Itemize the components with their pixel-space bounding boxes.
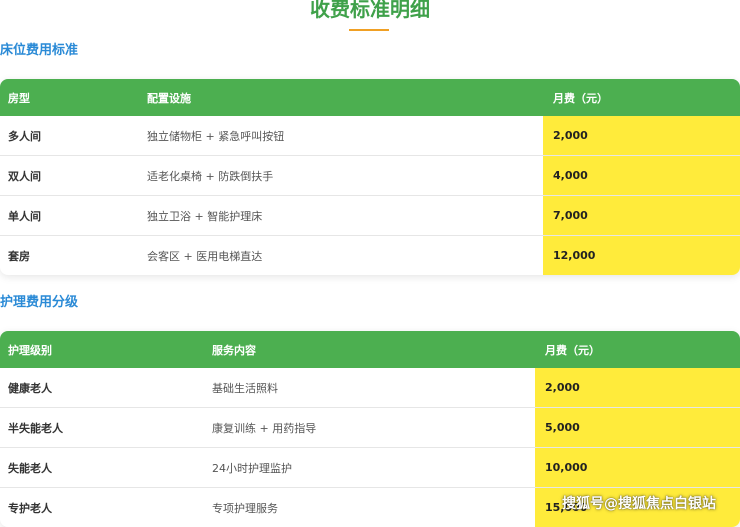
title-underline: [349, 29, 389, 31]
facilities: 独立储物柜 + 紧急呼叫按钮: [147, 129, 285, 143]
facilities: 独立卫浴 + 智能护理床: [147, 209, 263, 223]
table-row: 健康老人 基础生活照料 2,000: [0, 368, 740, 408]
service-content: 专项护理服务: [212, 501, 278, 515]
header-monthly-fee: 月费（元）: [553, 91, 608, 105]
room-type: 多人间: [8, 129, 41, 143]
header-service-content: 服务内容: [212, 343, 256, 357]
section-title-bed: 床位费用标准: [0, 43, 79, 58]
header-monthly-fee: 月费（元）: [545, 343, 600, 357]
monthly-fee: 10,000: [535, 448, 740, 487]
table-row: 套房 会客区 + 医用电梯直达 12,000: [0, 236, 740, 275]
service-content: 康复训练 + 用药指导: [212, 421, 317, 435]
care-level: 半失能老人: [8, 421, 63, 435]
table-row: 双人间 适老化桌椅 + 防跌倒扶手 4,000: [0, 156, 740, 196]
room-type: 双人间: [8, 169, 41, 183]
monthly-fee: 12,000: [543, 236, 740, 275]
table-header-row: 房型 配置设施 月费（元）: [0, 79, 740, 116]
monthly-fee: 4,000: [543, 156, 740, 195]
table-row: 半失能老人 康复训练 + 用药指导 5,000: [0, 408, 740, 448]
care-level: 失能老人: [8, 461, 52, 475]
header-room-type: 房型: [8, 91, 30, 105]
service-content: 基础生活照料: [212, 381, 278, 395]
monthly-fee: 2,000: [535, 368, 740, 407]
care-level: 专护老人: [8, 501, 52, 515]
room-type: 套房: [8, 249, 30, 263]
watermark: 搜狐号@搜狐焦点白银站: [562, 496, 716, 512]
header-facilities: 配置设施: [147, 91, 191, 105]
page-title: 收费标准明细: [310, 0, 430, 21]
table-row: 单人间 独立卫浴 + 智能护理床 7,000: [0, 196, 740, 236]
facilities: 会客区 + 医用电梯直达: [147, 249, 263, 263]
monthly-fee: 2,000: [543, 116, 740, 155]
service-content: 24小时护理监护: [212, 461, 292, 475]
facilities: 适老化桌椅 + 防跌倒扶手: [147, 169, 274, 183]
table-header-row: 护理级别 服务内容 月费（元）: [0, 331, 740, 368]
bed-fee-table: 房型 配置设施 月费（元） 多人间 独立储物柜 + 紧急呼叫按钮 2,000 双…: [0, 79, 740, 275]
header-care-level: 护理级别: [8, 343, 52, 357]
section-title-care: 护理费用分级: [0, 295, 79, 310]
care-level: 健康老人: [8, 381, 52, 395]
monthly-fee: 7,000: [543, 196, 740, 235]
room-type: 单人间: [8, 209, 41, 223]
table-row: 多人间 独立储物柜 + 紧急呼叫按钮 2,000: [0, 116, 740, 156]
table-row: 失能老人 24小时护理监护 10,000: [0, 448, 740, 488]
monthly-fee: 5,000: [535, 408, 740, 447]
